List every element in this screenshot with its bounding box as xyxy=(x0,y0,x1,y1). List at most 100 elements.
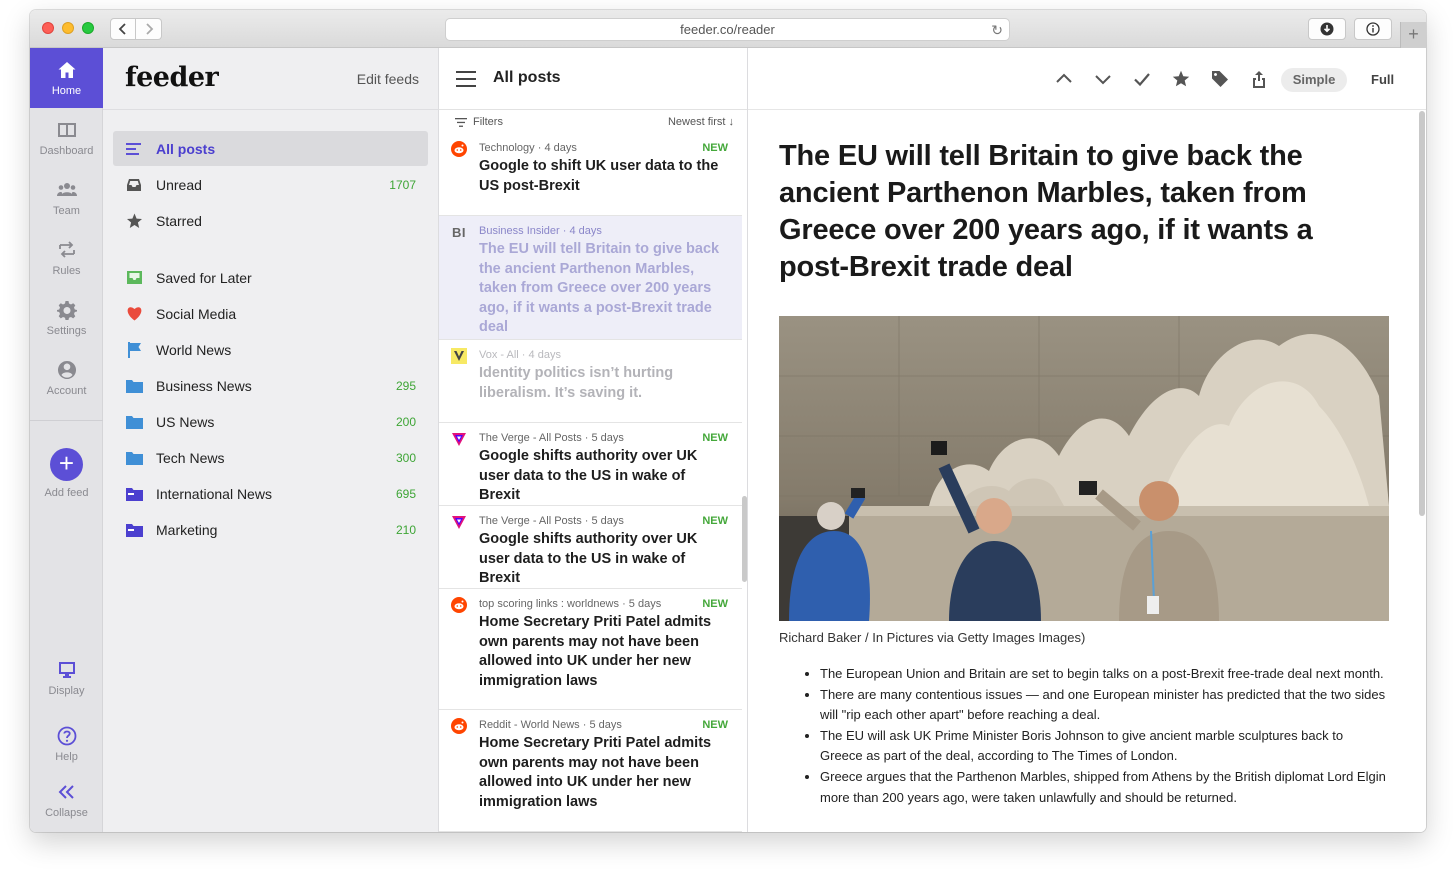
post-meta: The Verge - All Posts · 5 days NEW xyxy=(479,515,728,527)
folder-icon xyxy=(125,377,143,395)
close-window-button[interactable] xyxy=(42,22,54,34)
feed-international-news[interactable]: International News 695 xyxy=(113,476,428,511)
rail-label: Settings xyxy=(46,324,87,337)
checkmark-icon xyxy=(1134,73,1150,87)
share-button[interactable] xyxy=(1248,68,1270,90)
back-button[interactable] xyxy=(110,18,136,40)
feed-us-news[interactable]: US News 200 xyxy=(113,404,428,439)
feed-label: Marketing xyxy=(156,521,218,538)
next-post-button[interactable] xyxy=(1092,68,1114,90)
feed-saved-for-later[interactable]: Saved for Later xyxy=(113,260,428,295)
post-item[interactable]: The Verge - All Posts · 5 days NEW Google… xyxy=(439,506,742,589)
add-feed-button[interactable]: + xyxy=(50,447,83,481)
star-icon xyxy=(1172,70,1190,87)
feed-business-news[interactable]: Business News 295 xyxy=(113,368,428,403)
feed-label: Social Media xyxy=(156,305,237,322)
rail-label: Display xyxy=(48,684,85,697)
feed-count: 300 xyxy=(395,450,416,465)
folder-icon xyxy=(125,413,143,431)
post-item[interactable]: Reddit - World News · 5 days NEW Home Sec… xyxy=(439,710,742,832)
mark-read-button[interactable] xyxy=(1131,68,1153,90)
monitor-icon xyxy=(58,661,75,678)
reddit-icon xyxy=(451,141,467,157)
post-list-scrollbar[interactable] xyxy=(742,496,747,582)
post-item[interactable]: Vox - All · 4 days Identity politics isn… xyxy=(439,340,742,423)
post-item[interactable]: The Verge - All Posts · 5 days NEW Google… xyxy=(439,423,742,506)
address-bar[interactable]: feeder.co/reader ↻ xyxy=(445,18,1010,41)
feed-label: Unread xyxy=(156,176,202,193)
star-button[interactable] xyxy=(1170,68,1192,90)
feed-social-media[interactable]: Social Media xyxy=(113,296,428,331)
simple-mode-toggle[interactable]: Simple xyxy=(1281,68,1347,92)
info-button[interactable] xyxy=(1354,18,1392,40)
new-tab-button[interactable]: + xyxy=(1400,22,1426,48)
post-title: Home Secretary Priti Patel admits own pa… xyxy=(479,735,712,810)
rail-account[interactable]: Account xyxy=(30,348,103,408)
filter-icon xyxy=(455,117,467,127)
verge-icon xyxy=(451,514,467,530)
post-item-selected[interactable]: BI Business Insider · 4 days The EU will… xyxy=(439,216,742,340)
rail-home[interactable]: Home xyxy=(30,48,103,108)
filters-button[interactable]: Filters xyxy=(455,116,503,128)
history-nav xyxy=(110,18,162,40)
rail-label: Help xyxy=(55,750,78,763)
reader-scrollbar[interactable] xyxy=(1419,111,1425,516)
feed-count: 695 xyxy=(395,486,416,501)
chevron-down-icon xyxy=(1095,75,1111,85)
post-meta: The Verge - All Posts · 5 days NEW xyxy=(479,432,728,444)
feed-all-posts[interactable]: All posts xyxy=(113,131,428,166)
rail-team[interactable]: Team xyxy=(30,168,103,228)
post-item[interactable]: Technology · 4 days NEW Google to shift U… xyxy=(439,133,742,216)
rail-settings[interactable]: Settings xyxy=(30,288,103,348)
rail-add-feed[interactable]: + Add feed xyxy=(30,443,103,503)
reader-toolbar: Simple Full xyxy=(748,48,1426,110)
museum-photo-illustration xyxy=(779,316,1389,621)
rail-divider xyxy=(30,420,103,421)
home-icon xyxy=(58,61,75,78)
rail-label: Home xyxy=(51,84,82,97)
address-text: feeder.co/reader xyxy=(680,22,775,37)
rail-display[interactable]: Display xyxy=(30,648,103,708)
folder-dark-icon xyxy=(125,485,143,503)
all-posts-icon xyxy=(125,140,143,158)
reddit-icon xyxy=(451,597,467,613)
rail-help[interactable]: Help xyxy=(30,714,103,774)
summary-bullet: The European Union and Britain are set t… xyxy=(820,664,1389,685)
previous-post-button[interactable] xyxy=(1053,68,1075,90)
forward-button[interactable] xyxy=(136,18,162,40)
rail-rules[interactable]: Rules xyxy=(30,228,103,288)
post-source: The Verge - All Posts xyxy=(479,432,582,444)
post-age: 5 days xyxy=(628,598,662,610)
post-item[interactable]: top scoring links : worldnews · 5 days NE… xyxy=(439,589,742,710)
feed-world-news[interactable]: World News xyxy=(113,332,428,367)
filters-bar: Filters Newest first ↓ xyxy=(439,111,742,133)
edit-feeds-button[interactable]: Edit feeds xyxy=(357,71,419,87)
rail-dashboard[interactable]: Dashboard xyxy=(30,108,103,168)
menu-icon[interactable] xyxy=(456,71,476,87)
reader-pane: Simple Full The EU will tell Britain to … xyxy=(748,48,1426,832)
post-source: Business Insider xyxy=(479,225,560,237)
tag-button[interactable] xyxy=(1209,68,1231,90)
post-age: 5 days xyxy=(591,515,624,527)
downloads-button[interactable] xyxy=(1308,18,1346,40)
rail-collapse[interactable]: Collapse xyxy=(30,770,103,830)
reload-icon[interactable]: ↻ xyxy=(991,21,1003,39)
feed-marketing[interactable]: Marketing 210 xyxy=(113,512,428,547)
feed-tech-news[interactable]: Tech News 300 xyxy=(113,440,428,475)
new-badge: NEW xyxy=(702,142,728,154)
team-icon xyxy=(56,182,77,196)
zoom-window-button[interactable] xyxy=(82,22,94,34)
article-hero-image xyxy=(779,316,1389,621)
feeds-header: feeder Edit feeds xyxy=(103,48,439,110)
chevron-left-icon xyxy=(118,23,126,35)
post-meta: Reddit - World News · 5 days NEW xyxy=(479,719,728,731)
saved-tray-icon xyxy=(125,269,143,287)
gear-icon xyxy=(56,300,77,320)
full-mode-toggle[interactable]: Full xyxy=(1371,68,1394,92)
feed-label: Tech News xyxy=(156,449,225,466)
feed-starred[interactable]: Starred xyxy=(113,203,428,238)
sort-dropdown[interactable]: Newest first ↓ xyxy=(668,116,734,128)
post-title: Google to shift UK user data to the US p… xyxy=(479,158,719,194)
minimize-window-button[interactable] xyxy=(62,22,74,34)
feed-unread[interactable]: Unread 1707 xyxy=(113,167,428,202)
